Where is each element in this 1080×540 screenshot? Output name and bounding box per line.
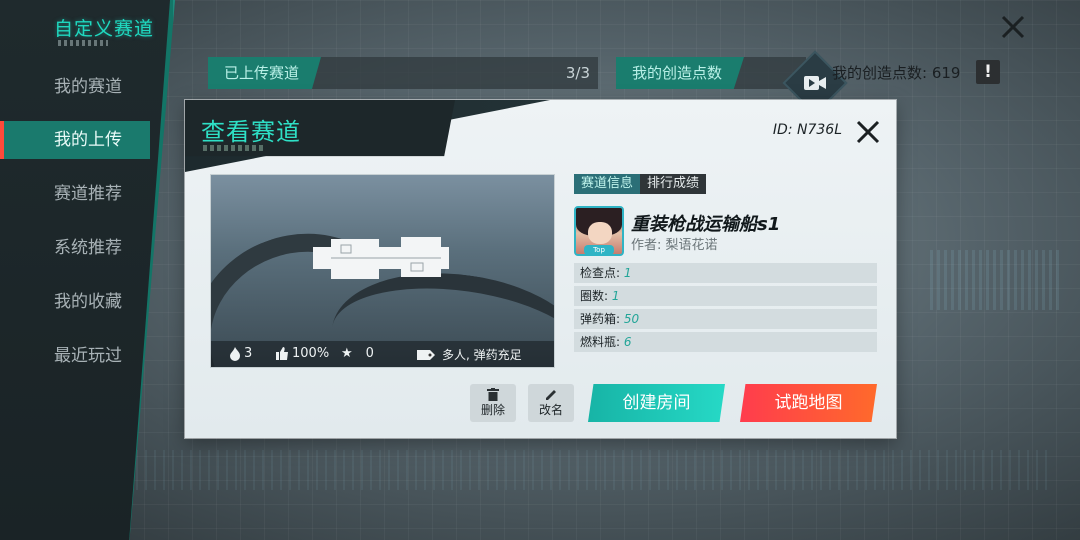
tag-icon <box>417 349 435 360</box>
pencil-icon <box>545 390 556 400</box>
thumbnail-stats-bar: 3 100% ★ 0 多人, 弹药充足 <box>211 341 554 367</box>
info-label: 燃料瓶: <box>580 335 621 349</box>
thumbs-up-icon <box>276 347 288 360</box>
delete-button[interactable]: 删除 <box>470 384 516 422</box>
sidebar-item-recommended-tracks[interactable]: 赛道推荐 <box>0 175 150 213</box>
creation-points-value: 我的创造点数: 619 <box>832 64 961 82</box>
sidebar-item-recently-played[interactable]: 最近玩过 <box>0 337 150 375</box>
heat-value: 3 <box>244 346 253 361</box>
avatar-top-badge: Top <box>584 245 614 254</box>
modal-title-decoration <box>203 145 263 151</box>
alert-icon[interactable]: ! <box>976 60 1000 84</box>
create-room-button[interactable]: 创建房间 <box>588 384 725 422</box>
uploaded-tracks-label: 已上传赛道 <box>208 57 322 89</box>
sidebar-title-decoration <box>58 40 108 46</box>
sidebar-item-my-uploads[interactable]: 我的上传 <box>0 121 150 159</box>
uploaded-tracks-count: 3/3 <box>565 64 590 82</box>
info-value: 50 <box>623 312 640 326</box>
info-row-ammo-boxes: 弹药箱: 50 <box>574 309 877 329</box>
tag-text: 多人, 弹药充足 <box>442 348 522 362</box>
tab-track-info[interactable]: 赛道信息 <box>574 174 641 194</box>
avatar-face <box>588 222 612 244</box>
info-value: 6 <box>623 335 632 349</box>
trash-icon <box>487 388 499 401</box>
modal-close-icon[interactable] <box>854 118 882 146</box>
track-author: 作者: 梨语花诺 <box>631 238 718 253</box>
flame-icon <box>230 346 240 361</box>
close-icon[interactable] <box>998 12 1028 42</box>
tab-leaderboard[interactable]: 排行成绩 <box>640 174 707 194</box>
star-stat: ★ 0 <box>341 346 374 361</box>
info-label: 圈数: <box>580 289 609 303</box>
star-icon: ★ <box>341 346 353 361</box>
rename-button[interactable]: 改名 <box>528 384 574 422</box>
sidebar-item-favorites[interactable]: 我的收藏 <box>0 283 150 321</box>
delete-label: 删除 <box>480 403 505 417</box>
star-value: 0 <box>365 346 374 361</box>
info-row-checkpoints: 检查点: 1 <box>574 263 877 283</box>
info-row-laps: 圈数: 1 <box>574 286 877 306</box>
creation-points-strip: 我的创造点数 <box>616 57 806 89</box>
track-thumbnail[interactable]: 3 100% ★ 0 多人, 弹药充足 <box>210 174 555 368</box>
sidebar-item-my-tracks[interactable]: 我的赛道 <box>0 68 150 106</box>
rename-label: 改名 <box>538 403 563 417</box>
uploaded-tracks-strip: 已上传赛道 3/3 <box>208 57 598 89</box>
test-run-button[interactable]: 试跑地图 <box>740 384 877 422</box>
sidebar-title: 自定义赛道 <box>54 18 155 40</box>
background-hud-bottom <box>28 450 1052 490</box>
like-rate-value: 100% <box>292 346 330 361</box>
modal-title: 查看赛道 <box>201 118 301 146</box>
track-minimap <box>313 237 449 279</box>
info-label: 检查点: <box>580 266 621 280</box>
author-avatar[interactable]: Top <box>574 206 624 256</box>
track-name: 重装枪战运输船s1 <box>631 214 781 235</box>
sidebar-item-system-recommended[interactable]: 系统推荐 <box>0 229 150 267</box>
info-value: 1 <box>611 289 620 303</box>
track-id: ID: N736L <box>772 122 842 138</box>
creation-points-label: 我的创造点数 <box>616 57 745 89</box>
info-label: 弹药箱: <box>580 312 621 326</box>
track-detail-modal: 查看赛道 ID: N736L 3 100% ★ 0 多人, 弹药充足 赛道信息 … <box>185 100 896 438</box>
like-rate-stat: 100% <box>276 346 329 361</box>
info-row-fuel-bottles: 燃料瓶: 6 <box>574 332 877 352</box>
info-value: 1 <box>623 266 632 280</box>
background-hud-right <box>930 250 1060 310</box>
video-camera-icon <box>796 64 834 102</box>
tag-stat: 多人, 弹药充足 <box>417 346 522 363</box>
heat-stat: 3 <box>229 346 252 361</box>
